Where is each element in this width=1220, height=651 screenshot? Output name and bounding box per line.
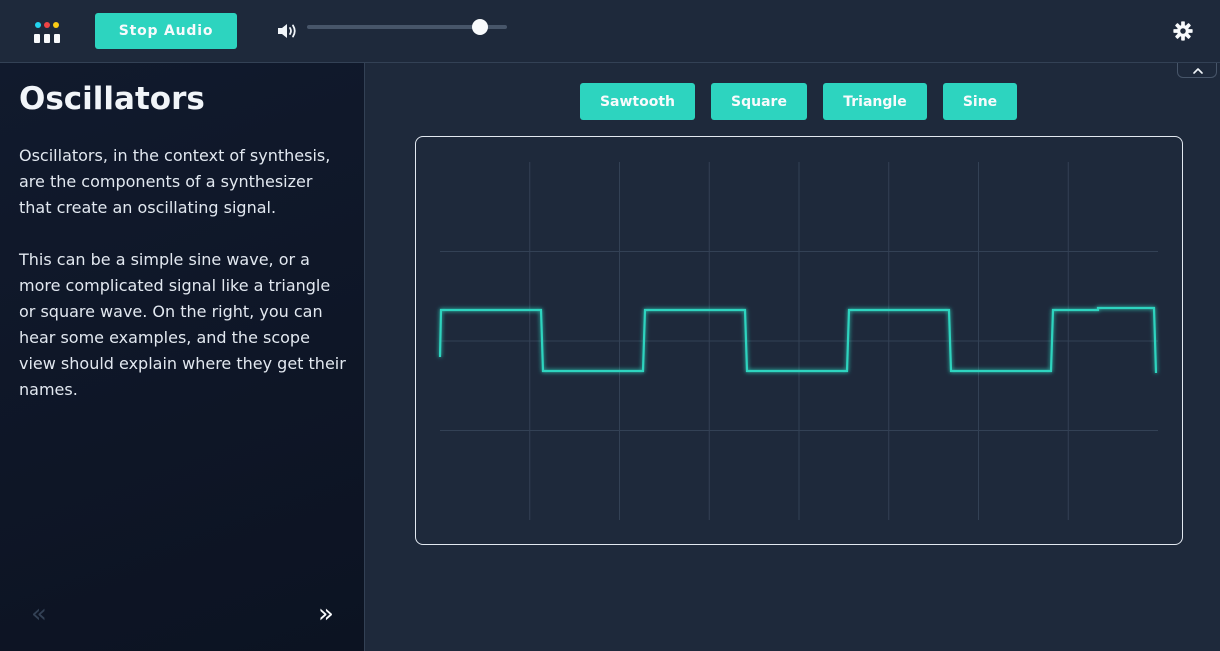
collapse-panel-button[interactable] [1177,63,1217,78]
logo-dot-1 [35,22,41,28]
previous-page-button[interactable]: « [26,601,52,627]
sawtooth-button[interactable]: Sawtooth [580,83,695,120]
logo-dot-2 [44,22,50,28]
logo-dot-3 [53,22,59,28]
stop-audio-button[interactable]: Stop Audio [95,13,237,49]
scope-grid [440,162,1158,520]
lesson-sidebar: Oscillators Oscillators, in the context … [0,63,365,651]
speaker-icon[interactable] [276,21,298,41]
triangle-button[interactable]: Triangle [823,83,927,120]
square-button[interactable]: Square [711,83,807,120]
scope-canvas [438,162,1158,520]
logo-key-2 [44,34,50,43]
volume-slider-thumb[interactable] [472,19,488,35]
logo-key-3 [54,34,60,43]
next-page-button[interactable]: » [313,601,339,627]
gear-icon[interactable] [1172,20,1194,42]
app-logo[interactable] [28,14,66,48]
sine-button[interactable]: Sine [943,83,1017,120]
volume-slider[interactable] [307,19,507,35]
lesson-paragraph-2: This can be a simple sine wave, or a mor… [19,250,346,399]
chevron-up-icon [1193,68,1203,74]
top-toolbar: Stop Audio [0,0,1220,63]
lesson-paragraph-1: Oscillators, in the context of synthesis… [19,146,331,217]
oscilloscope-view [415,136,1183,545]
logo-key-1 [34,34,40,43]
page-title: Oscillators [19,81,205,117]
